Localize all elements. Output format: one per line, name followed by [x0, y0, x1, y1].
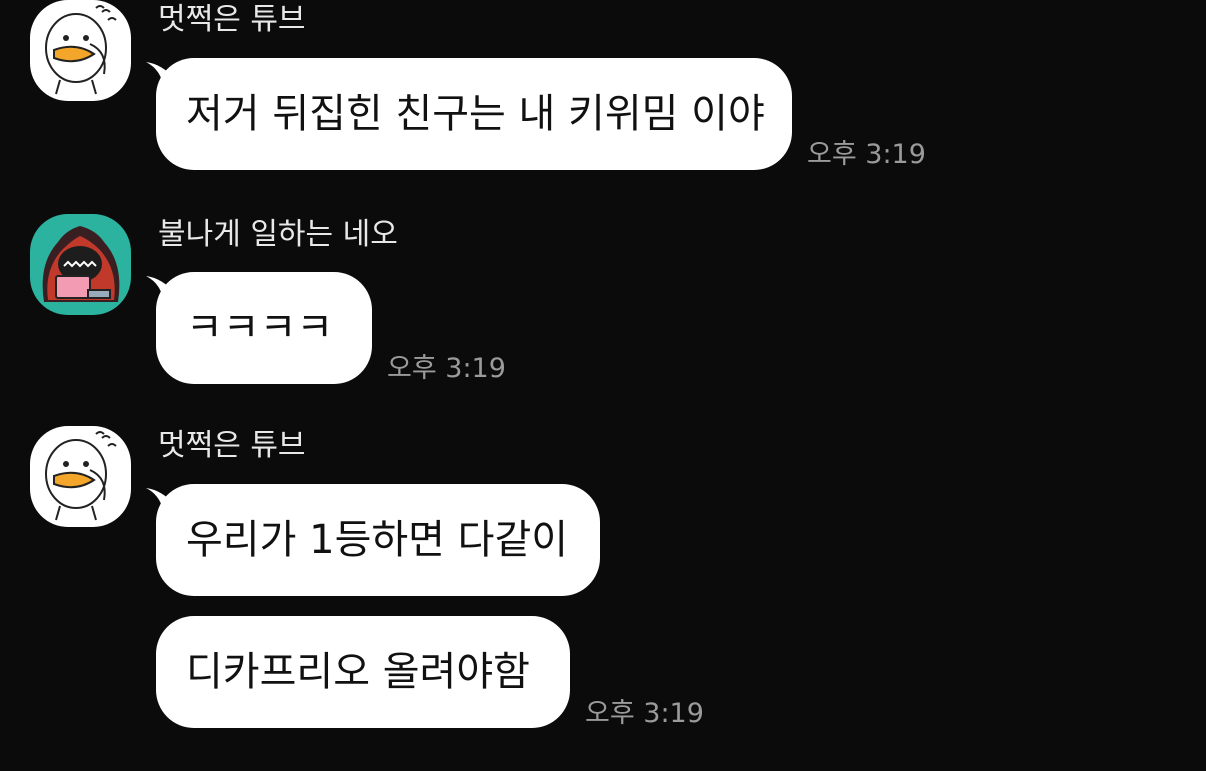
sender-name: 멋쩍은 튜브: [158, 2, 306, 37]
message-timestamp: 오후 3:19: [807, 139, 926, 170]
message-bubble[interactable]: ㅋㅋㅋㅋ: [156, 272, 372, 384]
message-bubble[interactable]: 디카프리오 올려야함: [156, 616, 570, 728]
message-timestamp: 오후 3:19: [585, 698, 704, 729]
sender-name: 멋쩍은 튜브: [158, 428, 306, 463]
neo-working-laptop-avatar-icon[interactable]: [30, 214, 131, 315]
tube-duck-avatar-icon[interactable]: [30, 426, 131, 527]
sender-name: 불나게 일하는 네오: [158, 217, 398, 252]
message-bubble[interactable]: 저거 뒤집힌 친구는 내 키위밈 이야: [156, 58, 792, 170]
message-timestamp: 오후 3:19: [387, 353, 506, 384]
message-bubble[interactable]: 우리가 1등하면 다같이: [156, 484, 600, 596]
tube-duck-avatar-icon[interactable]: [30, 0, 131, 101]
